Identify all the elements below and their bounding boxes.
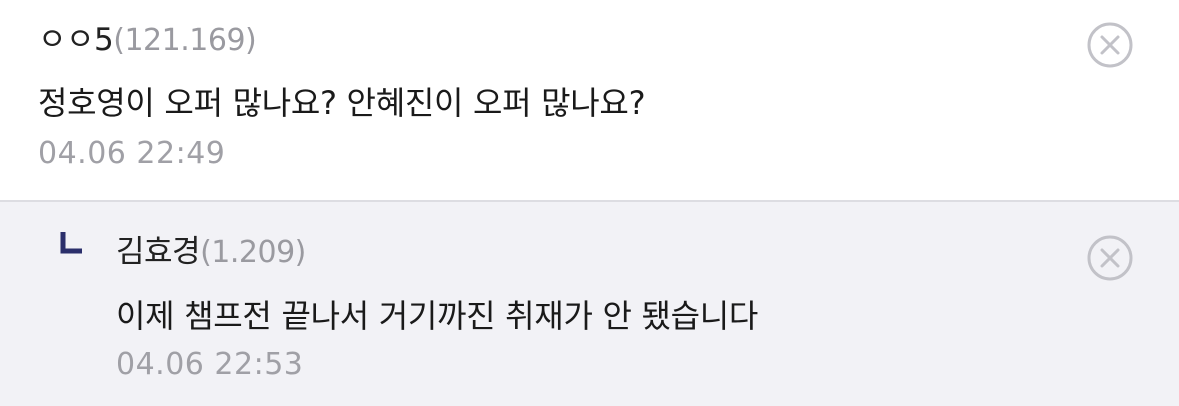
- reply-arrow-icon: [60, 231, 83, 254]
- comment-text: 정호영이 오퍼 많나요? 안혜진이 오퍼 많나요?: [38, 84, 646, 122]
- author-ip: (1.209): [200, 235, 306, 270]
- circle-x-icon: [1087, 22, 1133, 68]
- comment-item: ㅇㅇ5(121.169) 정호영이 오퍼 많나요? 안혜진이 오퍼 많나요? 0…: [0, 0, 1179, 200]
- delete-reply-button[interactable]: [1087, 235, 1133, 281]
- reply-author: 김효경(1.209): [116, 226, 306, 271]
- reply-text: 이제 챔프전 끝나서 거기까진 취재가 안 됐습니다: [116, 297, 759, 335]
- reply-item: 김효경(1.209) 이제 챔프전 끝나서 거기까진 취재가 안 됐습니다 04…: [0, 202, 1179, 406]
- comment-author: ㅇㅇ5(121.169): [38, 14, 257, 59]
- comment-date: 04.06 22:49: [38, 136, 226, 171]
- delete-comment-button[interactable]: [1087, 22, 1133, 68]
- circle-x-icon: [1087, 235, 1133, 281]
- author-ip: (121.169): [113, 23, 257, 58]
- author-nickname[interactable]: ㅇㅇ5: [38, 22, 114, 58]
- reply-date: 04.06 22:53: [116, 347, 304, 382]
- author-nickname[interactable]: 김효경: [116, 234, 201, 270]
